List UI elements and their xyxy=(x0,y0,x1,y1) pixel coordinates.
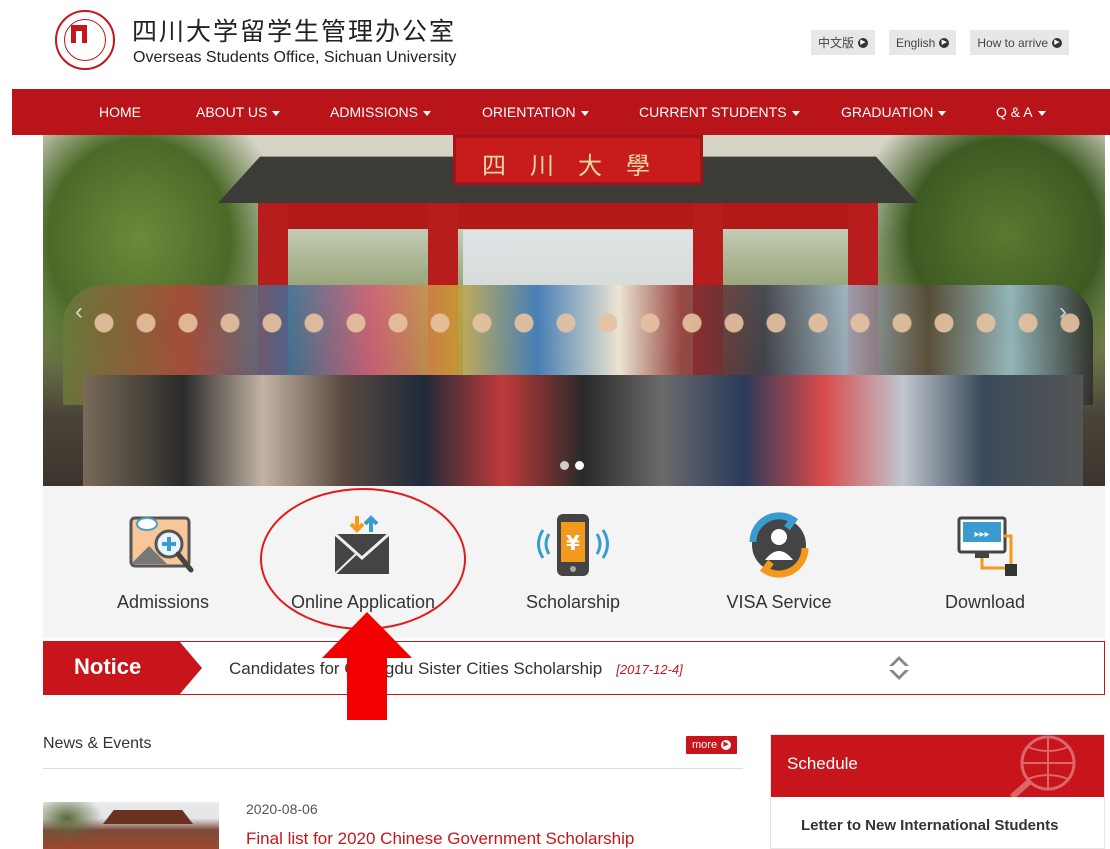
schedule-panel: Schedule Letter to New International Stu… xyxy=(770,734,1105,849)
carousel-dot-2[interactable] xyxy=(575,461,584,470)
nav-item-q-and-a[interactable]: Q & A xyxy=(996,104,1046,120)
news-section-title: News & Events xyxy=(43,735,152,752)
notice-item-date: [2017-12-4] xyxy=(616,662,683,677)
news-item-date: 2020-08-06 xyxy=(246,801,318,817)
schedule-title: Schedule xyxy=(787,754,858,773)
thumbnail-building-roof xyxy=(103,810,193,824)
admissions-search-icon xyxy=(129,516,194,573)
top-language-links: 中文版 ▶ English ▶ How to arrive ▶ xyxy=(810,30,1069,55)
news-divider xyxy=(43,768,743,769)
caret-down-icon xyxy=(272,110,281,116)
quick-link-online-application[interactable]: Online Application xyxy=(263,486,463,638)
nav-item-label: HOME xyxy=(99,104,141,120)
caret-down-icon xyxy=(791,110,800,116)
gate-beam xyxy=(258,203,878,229)
site-title-english[interactable]: Overseas Students Office, Sichuan Univer… xyxy=(133,49,456,67)
main-navigation: HOME ABOUT US ADMISSIONS ORIENTATION CUR… xyxy=(12,89,1110,135)
nav-item-label: ABOUT US xyxy=(196,104,268,120)
how-to-arrive-link[interactable]: How to arrive ▶ xyxy=(970,30,1069,55)
english-version-label: English xyxy=(895,35,936,50)
mail-upload-icon xyxy=(334,515,390,575)
english-version-link[interactable]: English ▶ xyxy=(888,30,957,55)
circle-arrow-icon: ▶ xyxy=(721,740,732,750)
phone-yuan-icon: ¥ xyxy=(537,514,609,576)
nav-item-orientation[interactable]: ORIENTATION xyxy=(482,104,589,120)
svg-text:▸▸▸: ▸▸▸ xyxy=(974,529,989,540)
nav-item-label: GRADUATION xyxy=(841,104,934,120)
nav-item-label: ADMISSIONS xyxy=(330,104,418,120)
schedule-item-link[interactable]: Letter to New International Students xyxy=(801,817,1059,834)
visa-person-icon xyxy=(749,512,809,578)
nav-item-admissions[interactable]: ADMISSIONS xyxy=(330,104,431,120)
caret-down-icon xyxy=(1037,110,1046,116)
nav-item-current-students[interactable]: CURRENT STUDENTS xyxy=(639,104,800,120)
notice-item-text: Candidates for Chengdu Sister Cities Sch… xyxy=(229,659,603,678)
nav-item-about-us[interactable]: ABOUT US xyxy=(196,104,281,120)
caret-down-icon xyxy=(938,110,947,116)
seal-gate-mark xyxy=(71,25,87,43)
notice-bar: Notice Candidates for Chengdu Sister Cit… xyxy=(43,641,1105,695)
notice-tag-label: Notice xyxy=(74,654,142,679)
circle-arrow-icon: ▶ xyxy=(939,37,950,48)
carousel-next-icon[interactable]: › xyxy=(1059,298,1067,326)
carousel-dot-1[interactable] xyxy=(560,461,569,470)
quick-link-scholarship[interactable]: ¥ Scholarship xyxy=(473,486,673,638)
nav-item-label: ORIENTATION xyxy=(482,104,576,120)
quick-link-label: Admissions xyxy=(116,592,210,612)
nav-item-graduation[interactable]: GRADUATION xyxy=(841,104,947,120)
carousel-indicators xyxy=(560,461,584,470)
quick-link-label: VISA Service xyxy=(726,592,832,612)
news-item-headline[interactable]: Final list for 2020 Chinese Government S… xyxy=(246,829,634,849)
circle-arrow-icon: ▶ xyxy=(857,37,868,48)
globe-magnifier-icon xyxy=(1010,735,1076,797)
nav-item-label: CURRENT STUDENTS xyxy=(639,104,787,120)
up-down-chevron-icon[interactable] xyxy=(889,654,909,682)
news-more-button[interactable]: more ▶ xyxy=(686,736,738,754)
nav-item-label: Q & A xyxy=(996,104,1033,120)
download-monitor-icon: ▸▸▸ xyxy=(957,516,1017,576)
thumbnail-tree xyxy=(43,802,103,842)
quick-link-admissions[interactable]: Admissions xyxy=(63,486,263,638)
gate-plaque: 四川大學 xyxy=(453,135,703,185)
site-header: 四川大学留学生管理办公室 Overseas Students Office, S… xyxy=(0,0,1110,88)
notice-item[interactable]: Candidates for Chengdu Sister Cities Sch… xyxy=(229,659,683,679)
quick-link-download[interactable]: ▸▸▸ Download xyxy=(885,486,1085,638)
site-title-chinese[interactable]: 四川大学留学生管理办公室 xyxy=(132,12,456,48)
schedule-header: Schedule xyxy=(771,735,1104,797)
quick-link-visa-service[interactable]: VISA Service xyxy=(679,486,879,638)
hero-carousel[interactable]: 四川大學 ‹ › xyxy=(43,135,1105,486)
how-to-arrive-label: How to arrive xyxy=(977,35,1048,50)
chinese-version-label: 中文版 xyxy=(817,36,854,50)
carousel-prev-icon[interactable]: ‹ xyxy=(75,298,83,326)
quick-link-label: Scholarship xyxy=(525,592,621,612)
svg-text:¥: ¥ xyxy=(566,531,580,555)
chinese-version-link[interactable]: 中文版 ▶ xyxy=(810,30,875,55)
gate-plaque-text: 四川大學 xyxy=(482,152,674,180)
university-seal-logo[interactable] xyxy=(55,10,115,70)
caret-down-icon xyxy=(422,110,431,116)
quick-link-label: Online Application xyxy=(290,592,436,612)
more-button-label: more xyxy=(692,739,718,751)
notice-tag: Notice xyxy=(44,642,202,694)
quick-link-label: Download xyxy=(944,592,1026,612)
circle-arrow-icon: ▶ xyxy=(1052,37,1062,48)
quick-links-bar: Admissions Online Application ¥ Scholars… xyxy=(43,486,1105,638)
caret-down-icon xyxy=(580,110,589,116)
nav-item-home[interactable]: HOME xyxy=(99,104,141,120)
news-thumbnail[interactable] xyxy=(43,802,219,849)
